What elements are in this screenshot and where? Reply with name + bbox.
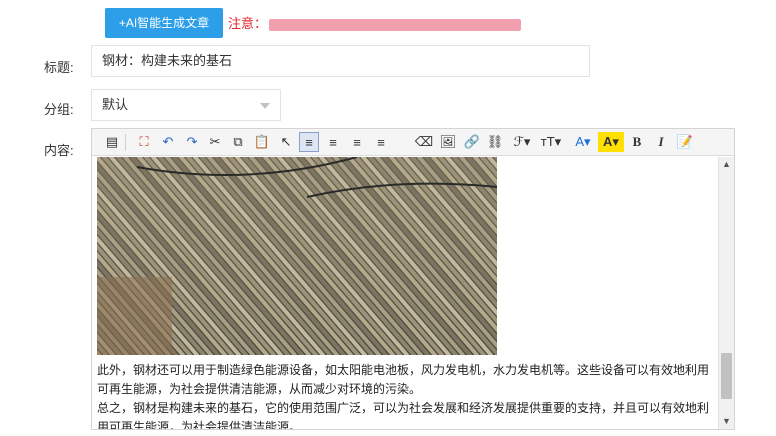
eraser-icon[interactable]: ⌫ [414, 132, 434, 152]
select-icon[interactable]: ↖ [276, 132, 296, 152]
rich-text-editor[interactable]: ▤ ⛶ ↶ ↷ ✂ ⧉ 📋 ↖ ≡ ≡ ≡ ≡ ⌫ 🖼 🔗 ⛓ ℱ▾ ᴛT▾ A▾ A▾ B I 📝 此外，钢材还可以用于制… [91, 128, 735, 430]
link-icon[interactable]: 🔗 [462, 132, 482, 152]
steel-bars-photo [97, 157, 497, 355]
cut-icon[interactable]: ✂ [205, 132, 225, 152]
chevron-down-icon [260, 103, 270, 109]
notice-redacted-text [269, 18, 522, 31]
undo-icon[interactable]: ↶ [158, 132, 178, 152]
title-input[interactable]: 钢材：构建未来的基石 [91, 45, 590, 77]
notice-text: 注意： [228, 13, 522, 32]
content-label: 内容: [44, 143, 74, 158]
bold-icon[interactable]: B [627, 132, 647, 152]
source-icon[interactable]: ▤ [102, 132, 122, 152]
title-label: 标题: [44, 60, 74, 75]
align-center-icon[interactable]: ≡ [323, 132, 343, 152]
group-select-value: 默认 [102, 97, 129, 112]
content-paragraph-2: 总之，钢材是构建未来的基石，它的使用范围广泛，可以为社会发展和经济发展提供重要的… [97, 401, 710, 429]
italic-icon[interactable]: I [651, 132, 671, 152]
align-left-icon[interactable]: ≡ [299, 132, 319, 152]
scroll-up-icon[interactable]: ▲ [722, 160, 731, 169]
group-label: 分组: [44, 102, 74, 117]
redo-icon[interactable]: ↷ [182, 132, 202, 152]
font-color-icon[interactable]: A▾ [570, 132, 596, 152]
editor-toolbar: ▤ ⛶ ↶ ↷ ✂ ⧉ 📋 ↖ ≡ ≡ ≡ ≡ ⌫ 🖼 🔗 ⛓ ℱ▾ ᴛT▾ A▾ A▾ B I 📝 [92, 129, 734, 156]
toolbar-separator [125, 134, 126, 151]
scroll-down-icon[interactable]: ▼ [722, 417, 731, 426]
copy-icon[interactable]: ⧉ [228, 132, 248, 152]
content-paragraph-1: 此外，钢材还可以用于制造绿色能源设备，如太阳能电池板，风力发电机，水力发电机等。… [97, 363, 710, 396]
align-right-icon[interactable]: ≡ [347, 132, 367, 152]
background-color-icon[interactable]: A▾ [598, 132, 624, 152]
fullscreen-icon[interactable]: ⛶ [134, 132, 154, 152]
font-family-icon[interactable]: ℱ▾ [509, 132, 535, 152]
font-size-icon[interactable]: ᴛT▾ [538, 132, 564, 152]
paste-icon[interactable]: 📋 [252, 132, 272, 152]
editor-vertical-scrollbar[interactable]: ▲ ▼ [718, 157, 734, 429]
image-icon[interactable]: 🖼 [438, 132, 458, 152]
ai-generate-article-button[interactable]: +AI智能生成文章 [105, 8, 223, 38]
unlink-icon[interactable]: ⛓ [485, 132, 505, 152]
group-select[interactable]: 默认 [91, 89, 281, 121]
paste-text-icon[interactable]: 📝 [675, 132, 695, 152]
notice-prefix: 注意： [228, 16, 268, 31]
scrollbar-thumb[interactable] [721, 353, 732, 399]
align-justify-icon[interactable]: ≡ [371, 132, 391, 152]
editor-content[interactable]: 此外，钢材还可以用于制造绿色能源设备，如太阳能电池板，风力发电机，水力发电机等。… [92, 157, 718, 429]
